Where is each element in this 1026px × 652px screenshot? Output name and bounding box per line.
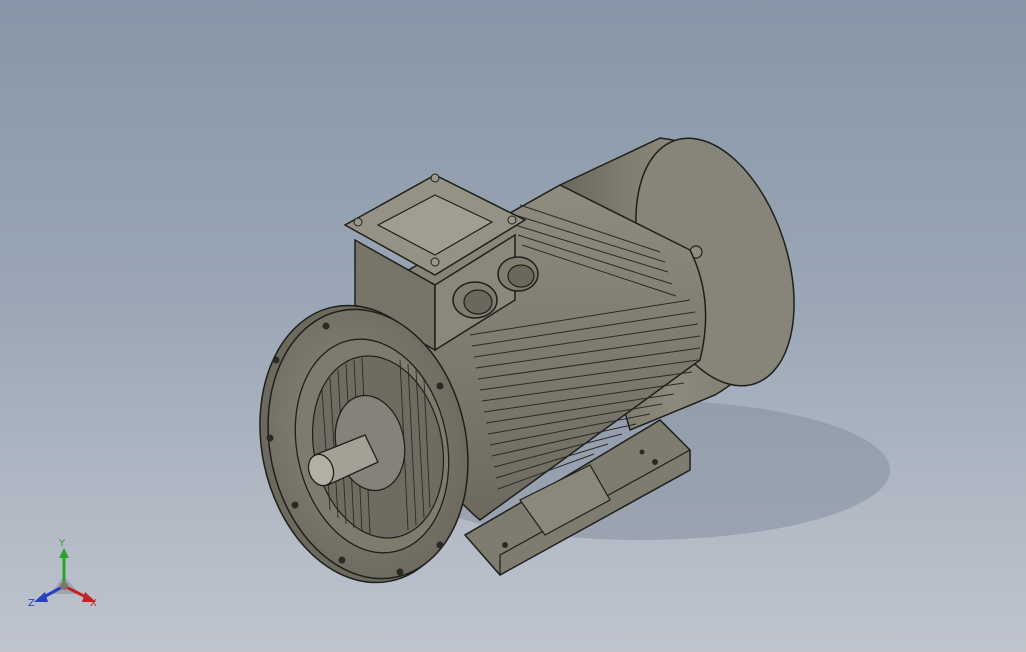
- foot-bolt-hole: [639, 449, 645, 455]
- graphics-viewport[interactable]: Y X Z: [0, 0, 1026, 652]
- x-axis-label: X: [90, 598, 97, 609]
- terminal-screw-icon: [507, 215, 517, 225]
- motor-model[interactable]: [0, 0, 1026, 652]
- flange-bolt-hole: [322, 322, 330, 330]
- foot-bolt-hole: [502, 542, 508, 548]
- flange-bolt-hole: [396, 568, 404, 576]
- flange-bolt-hole: [272, 356, 280, 364]
- terminal-screw-icon: [353, 217, 363, 227]
- flange-bolt-hole: [291, 501, 299, 509]
- flange-bolt-hole: [436, 382, 444, 390]
- y-axis-label: Y: [58, 538, 66, 549]
- terminal-screw-icon: [430, 173, 440, 183]
- z-axis-label: Z: [28, 598, 35, 609]
- terminal-screw-icon: [430, 257, 440, 267]
- coordinate-triad: Y X Z: [28, 538, 97, 609]
- cable-gland[interactable]: [497, 256, 539, 292]
- flange-bolt-hole: [338, 556, 346, 564]
- flange-bolt-hole: [266, 434, 274, 442]
- foot-bolt-hole: [652, 459, 658, 465]
- cable-gland[interactable]: [452, 281, 498, 319]
- flange-bolt-hole: [436, 541, 444, 549]
